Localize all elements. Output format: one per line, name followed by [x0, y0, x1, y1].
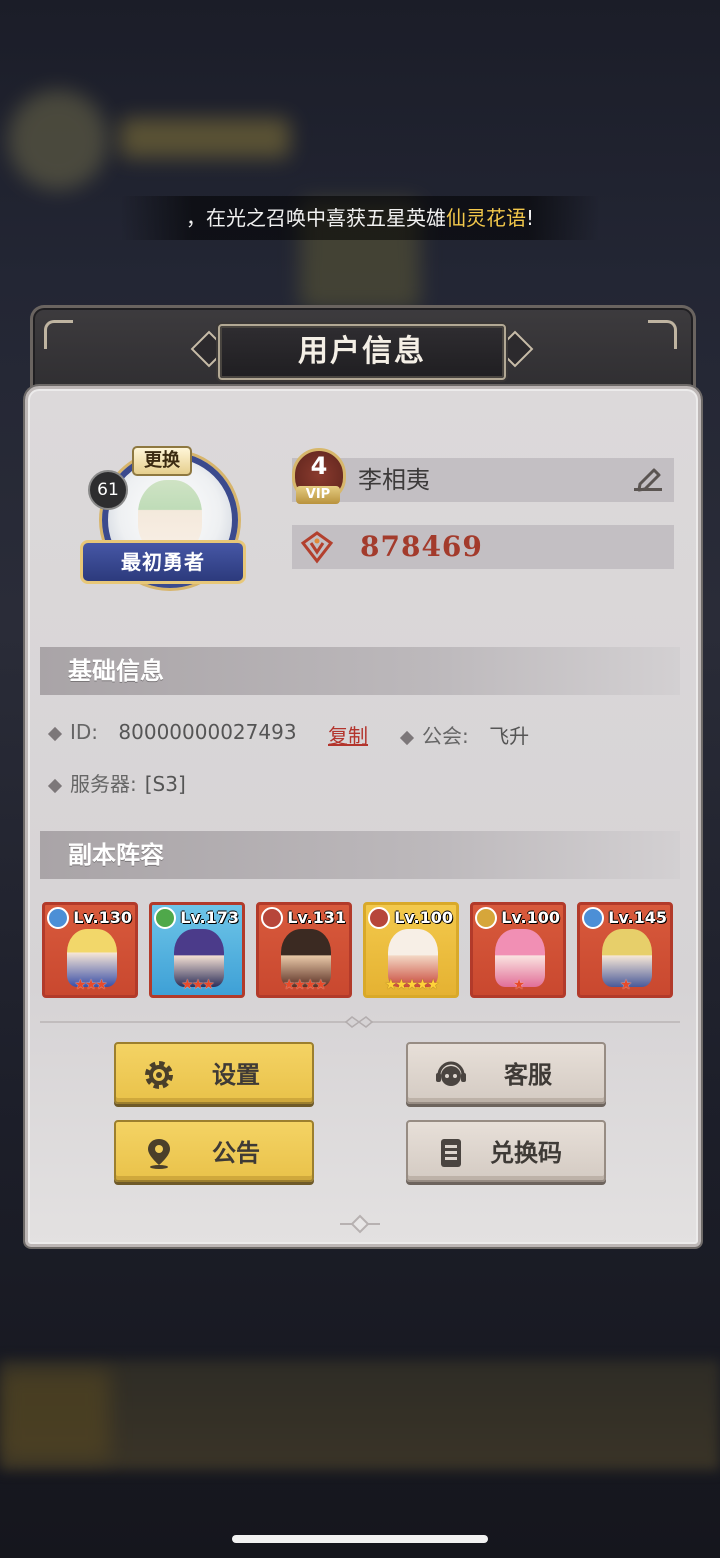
hero-level: Lv.100 [501, 908, 560, 927]
id-value: 80000000027493 [118, 720, 297, 744]
diamond-bullet-icon [399, 730, 415, 745]
lineup-header: 副本阵容 [40, 831, 680, 879]
hero-card-5[interactable]: Lv.100 ★ [470, 902, 566, 998]
location-pin-icon [148, 1139, 170, 1169]
hero-level: Lv.173 [180, 908, 239, 927]
redeem-code-label: 兑换码 [490, 1139, 562, 1167]
player-name: 李相夷 [358, 466, 430, 494]
hero-card-2[interactable]: Lv.173 ★★★ [149, 902, 245, 998]
hero-card-1[interactable]: Lv.130 ★★★ [42, 902, 138, 998]
background-title-blur [120, 118, 290, 158]
hero-stars: ★★★★ [282, 977, 327, 993]
hero-level: Lv.145 [608, 908, 667, 927]
hero-card-6[interactable]: Lv.145 ★ [577, 902, 673, 998]
banner-suffix: ! [525, 206, 535, 230]
guild-row: 公会: 飞升 [399, 720, 530, 749]
id-row: ID: 80000000027493 [47, 720, 297, 744]
redeem-code-button[interactable]: 兑换码 [406, 1120, 606, 1182]
vip-level: 4 [310, 452, 328, 480]
hero-card-3[interactable]: Lv.131 ★★★★ [256, 902, 352, 998]
notice-button[interactable]: 公告 [114, 1120, 314, 1182]
notice-label: 公告 [212, 1139, 260, 1167]
headset-icon [436, 1061, 466, 1086]
hero-stars: ★★★ [74, 977, 108, 993]
diamond-bullet-icon [47, 726, 63, 741]
announcement-banner: ，在光之召唤中喜获五星英雄仙灵花语! [120, 196, 600, 240]
player-title-badge: 最初勇者 [80, 540, 246, 584]
panel-title: 用户信息 [298, 334, 426, 369]
hero-level: Lv.130 [73, 908, 132, 927]
currency-bar [292, 525, 674, 569]
banner-text: ，在光之召唤中喜获五星英雄 [185, 206, 446, 230]
hero-stars: ★★★ [181, 977, 215, 993]
server-value: [S3] [144, 772, 186, 796]
panel-title-plate: 用户信息 [218, 324, 506, 380]
player-level-badge: 61 [88, 470, 128, 510]
copy-id-button[interactable]: 复制 [328, 720, 368, 749]
settings-button[interactable]: 设置 [114, 1042, 314, 1104]
document-icon [441, 1139, 461, 1167]
crest-currency-icon [300, 531, 334, 564]
banner-hero-name: 仙灵花语 [445, 206, 526, 230]
corner-ornament-left [44, 320, 73, 349]
server-row: 服务器: [S3] [47, 768, 186, 797]
currency-value: 878469 [360, 530, 483, 563]
vip-label: VIP [296, 486, 340, 504]
support-label: 客服 [504, 1061, 552, 1089]
hero-level: Lv.100 [394, 908, 453, 927]
corner-ornament-right [648, 320, 677, 349]
element-icon [582, 907, 604, 929]
diamond-bullet-icon [47, 778, 63, 793]
background-bottom-left-blur [0, 1370, 110, 1460]
background-avatar-blur [8, 90, 108, 190]
hero-card-4[interactable]: Lv.100 ★★★★★ [363, 902, 459, 998]
home-indicator[interactable] [232, 1535, 488, 1543]
hero-stars: ★ [619, 977, 633, 993]
element-icon [154, 907, 176, 929]
divider-ornament-icon [344, 1016, 374, 1028]
element-icon [368, 907, 390, 929]
bottom-ornament-icon [340, 1214, 380, 1234]
support-button[interactable]: 客服 [406, 1042, 606, 1104]
hero-stars: ★ [512, 977, 526, 993]
vip-badge: 4 VIP [288, 446, 346, 506]
element-icon [47, 907, 69, 929]
settings-label: 设置 [212, 1061, 260, 1089]
guild-value: 飞升 [489, 724, 530, 748]
change-avatar-button[interactable]: 更换 [132, 446, 192, 476]
element-icon [475, 907, 497, 929]
hero-stars: ★★★★★ [384, 977, 440, 993]
server-label: 服务器: [70, 772, 137, 796]
guild-label: 公会: [422, 724, 469, 748]
basic-info-header: 基础信息 [40, 647, 680, 695]
id-label: ID: [70, 720, 99, 744]
gear-icon [145, 1061, 173, 1089]
hero-level: Lv.131 [287, 908, 346, 927]
name-bar [292, 458, 674, 502]
element-icon [261, 907, 283, 929]
edit-name-icon[interactable] [630, 462, 666, 498]
